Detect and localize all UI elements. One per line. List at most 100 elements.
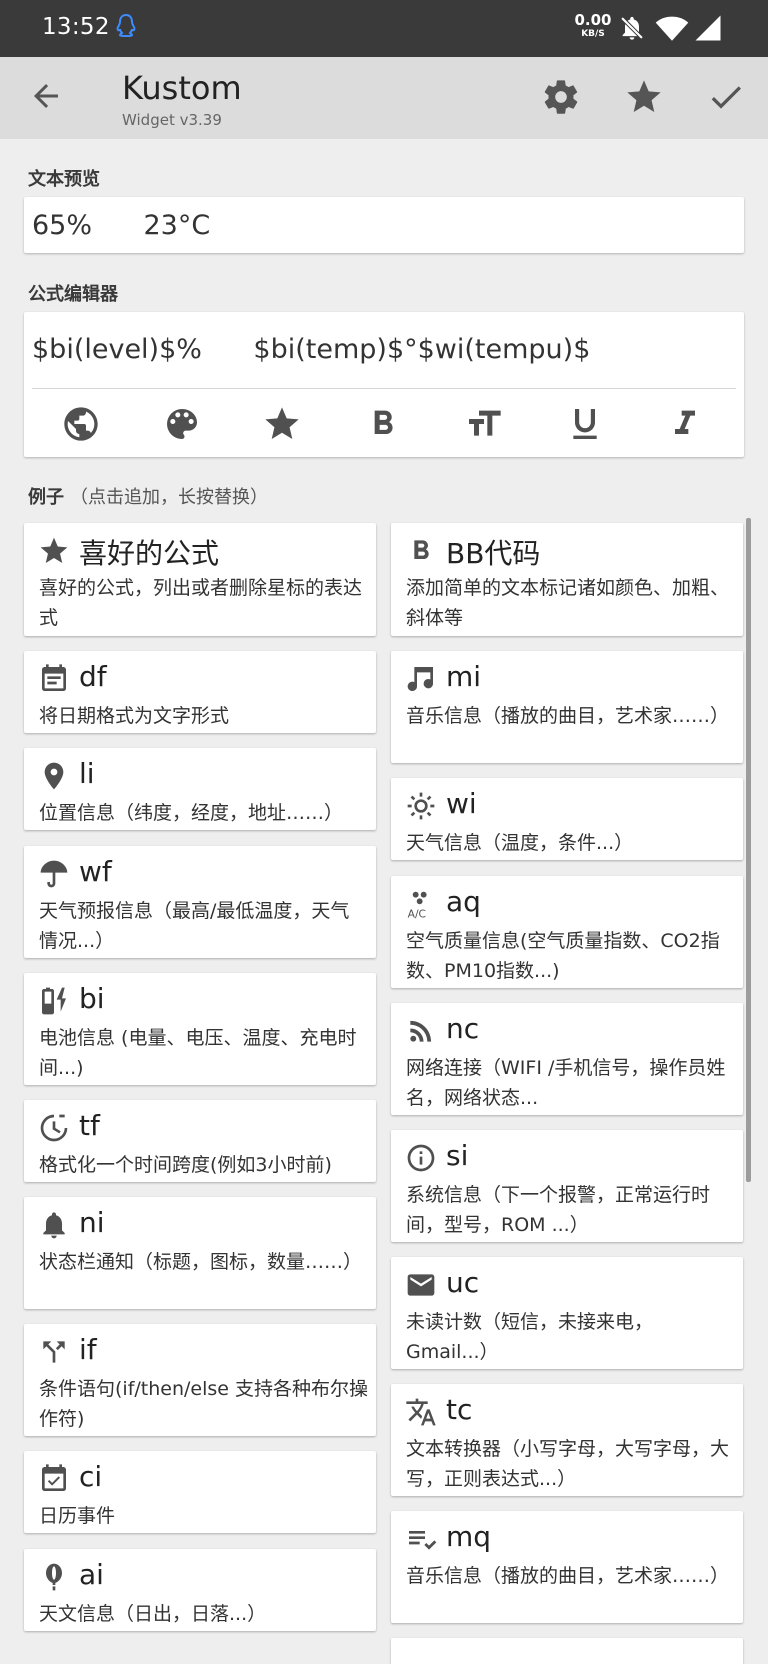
example-name: ci: [79, 1460, 103, 1493]
example-card-si[interactable]: si 系统信息（下一个报警，正常运行时间，型号，ROM ...）: [391, 1130, 743, 1242]
example-desc: 文本转换器（小写字母，大写字母，大写，正则表达式...）: [406, 1438, 730, 1490]
mail-icon: [407, 1274, 435, 1296]
text-preview-card: 65% 23°C: [24, 197, 744, 253]
back-arrow-icon[interactable]: [28, 78, 64, 114]
formula-input[interactable]: $bi(level)$% $bi(temp)$°$wi(tempu)$: [32, 334, 590, 365]
settings-gear-icon[interactable]: [541, 77, 581, 117]
qq-notification-icon: [116, 13, 136, 38]
example-card-bbcode[interactable]: BB代码 添加简单的文本标记诸如颜色、加粗、斜体等: [391, 523, 743, 636]
example-desc: 格式化一个时间跨度(例如3小时前): [39, 1154, 332, 1176]
example-name: uc: [446, 1266, 480, 1299]
italic-icon[interactable]: [665, 404, 705, 444]
timer-icon: [40, 1114, 68, 1142]
cell-signal-icon: [695, 15, 721, 41]
examples-label: 例子 （点击追加，长按替换）: [28, 483, 268, 509]
example-name: nc: [446, 1012, 480, 1045]
example-desc: 添加简单的文本标记诸如颜色、加粗、斜体等: [406, 577, 730, 629]
star-icon[interactable]: [624, 77, 664, 117]
status-bar: 13:52 0.00 KB/S: [0, 0, 768, 57]
examples-hint: （点击追加，长按替换）: [70, 487, 268, 508]
example-name: li: [79, 757, 95, 790]
example-name: si: [446, 1139, 469, 1172]
scrollbar[interactable]: [746, 518, 751, 1182]
example-card-wf[interactable]: wf 天气预报信息（最高/最低温度，天气情况...）: [24, 846, 376, 958]
location-icon: [44, 762, 64, 790]
preview-label: 文本预览: [28, 169, 100, 190]
example-desc: 日历事件: [39, 1505, 116, 1527]
example-card-bi[interactable]: bi 电池信息 (电量、电压、温度、充电时间...): [24, 973, 376, 1085]
example-desc: 天气信息（温度，条件...）: [406, 832, 634, 854]
editor-label: 公式编辑器: [28, 284, 118, 305]
notifications-off-icon: [620, 16, 644, 40]
underline-icon[interactable]: [565, 404, 605, 444]
example-name: tf: [79, 1109, 100, 1142]
umbrella-icon: [40, 860, 68, 888]
palette-icon[interactable]: [162, 404, 202, 444]
star-icon: [40, 537, 68, 563]
example-card-wi[interactable]: wi 天气信息（温度，条件...）: [391, 778, 743, 860]
check-icon[interactable]: [706, 77, 746, 117]
battery-charging-icon: [42, 987, 66, 1015]
globe-icon[interactable]: [61, 404, 101, 444]
example-desc: 喜好的公式，列出或者删除星标的表达式: [39, 577, 363, 629]
example-card-mq[interactable]: mq 音乐信息（播放的曲目，艺术家……）: [391, 1511, 743, 1623]
translate-icon: [406, 1398, 436, 1426]
example-card-ni[interactable]: ni 状态栏通知（标题，图标，数量……）: [24, 1197, 376, 1309]
example-name: wi: [446, 787, 477, 820]
balloon-icon: [46, 1563, 62, 1591]
example-card-li[interactable]: li 位置信息（纬度，经度，地址……）: [24, 748, 376, 830]
example-card-mi[interactable]: mi 音乐信息（播放的曲目，艺术家……）: [391, 651, 743, 763]
example-card-tf[interactable]: tf 格式化一个时间跨度(例如3小时前): [24, 1100, 376, 1182]
example-desc: 天气预报信息（最高/最低温度，天气情况...）: [39, 900, 350, 952]
example-desc: 空气质量信息(空气质量指数、CO2指数、PM10指数...): [406, 930, 720, 982]
example-name: mq: [446, 1520, 492, 1553]
example-desc: 条件语句(if/then/else 支持各种布尔操作符): [39, 1378, 369, 1430]
example-name: tc: [446, 1393, 473, 1426]
status-time: 13:52: [42, 14, 110, 40]
example-card-favorites[interactable]: 喜好的公式 喜好的公式，列出或者删除星标的表达式: [24, 523, 376, 636]
example-card-partial[interactable]: [391, 1638, 743, 1664]
favorite-star-icon[interactable]: [262, 404, 302, 444]
example-card-ai[interactable]: ai 天文信息（日出，日落...）: [24, 1549, 376, 1631]
example-desc: 天文信息（日出，日落...）: [39, 1603, 267, 1625]
bold-icon[interactable]: [363, 404, 403, 444]
network-speed-unit: KB/S: [581, 29, 605, 39]
example-name: ai: [79, 1558, 104, 1591]
examples-title: 例子: [28, 487, 64, 508]
example-card-tc[interactable]: tc 文本转换器（小写字母，大写字母，大写，正则表达式...）: [391, 1384, 743, 1496]
app-bar: Kustom Widget v3.39: [0, 57, 768, 139]
info-icon: [407, 1144, 435, 1172]
playlist-check-icon: [409, 1531, 437, 1550]
example-name: BB代码: [446, 537, 541, 570]
svg-text:A/C: A/C: [408, 907, 426, 920]
network-speed: 0.00 KB/S: [574, 13, 612, 39]
preview-text: 65% 23°C: [32, 210, 211, 241]
fork-icon: [43, 1341, 65, 1363]
sun-icon: [407, 792, 435, 820]
bold-icon: [414, 540, 429, 559]
text-size-icon[interactable]: [464, 404, 504, 444]
app-subtitle: Widget v3.39: [122, 111, 222, 129]
app-title: Kustom: [122, 69, 242, 107]
example-card-ci[interactable]: ci 日历事件: [24, 1451, 376, 1533]
example-card-df[interactable]: df 将日期格式为文字形式: [24, 651, 376, 733]
example-desc: 将日期格式为文字形式: [39, 705, 230, 727]
network-speed-value: 0.00: [574, 11, 612, 29]
example-card-aq[interactable]: A/C aq 空气质量信息(空气质量指数、CO2指数、PM10指数...): [391, 876, 743, 988]
example-desc: 位置信息（纬度，经度，地址……）: [39, 802, 344, 824]
example-name: mi: [446, 660, 482, 693]
air-quality-icon: A/C: [408, 891, 427, 920]
example-desc: 系统信息（下一个报警，正常运行时间，型号，ROM ...）: [406, 1184, 711, 1236]
example-desc: 电池信息 (电量、电压、温度、充电时间...): [39, 1027, 357, 1079]
editor-divider: [32, 388, 736, 389]
example-name: ni: [79, 1206, 105, 1239]
example-card-uc[interactable]: uc 未读计数（短信，未接来电，Gmail...）: [391, 1257, 743, 1369]
example-name: bi: [79, 982, 105, 1015]
formula-editor-card: $bi(level)$% $bi(temp)$°$wi(tempu)$: [24, 312, 744, 457]
example-card-nc[interactable]: nc 网络连接（WIFI /手机信号，操作员姓名，网络状态...: [391, 1003, 743, 1115]
example-name: df: [79, 660, 107, 693]
wifi-icon: [655, 16, 689, 41]
example-card-if[interactable]: if 条件语句(if/then/else 支持各种布尔操作符): [24, 1324, 376, 1436]
example-name: 喜好的公式: [79, 537, 220, 570]
example-desc: 音乐信息（播放的曲目，艺术家……）: [406, 1565, 730, 1587]
